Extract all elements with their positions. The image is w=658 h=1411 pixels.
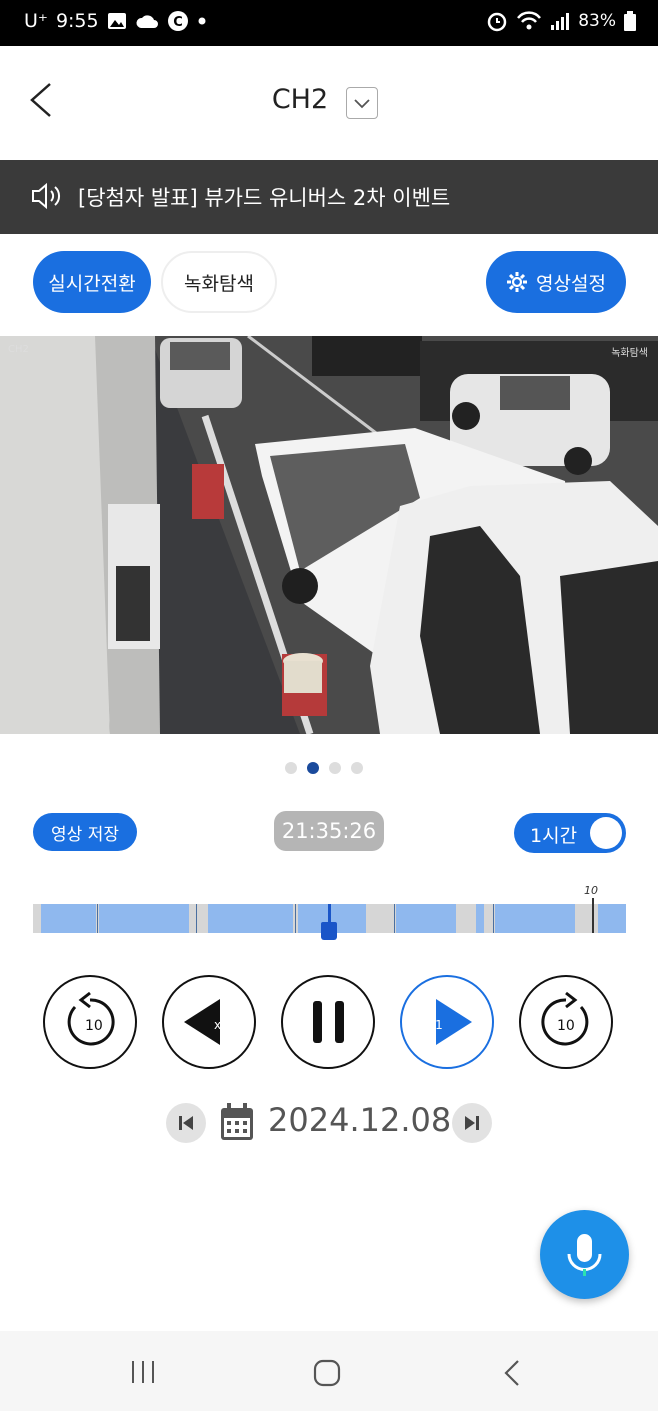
timeline-tick <box>97 904 98 933</box>
notice-banner[interactable]: [당첨자 발표] 뷰가드 유니버스 2차 이벤트 <box>0 160 658 234</box>
forward-play-button[interactable]: x1 <box>400 975 494 1069</box>
microphone-icon <box>567 1234 602 1276</box>
range-label: 1시간 <box>530 825 578 847</box>
timeline-end-marker <box>592 898 594 933</box>
recent-apps-icon[interactable] <box>130 1359 156 1385</box>
channel-dropdown-button[interactable] <box>346 87 378 119</box>
timeline-recorded-segment <box>476 904 484 933</box>
video-settings-label: 영상설정 <box>536 272 606 295</box>
pause-button[interactable] <box>281 975 375 1069</box>
one-hour-toggle[interactable]: 1시간 <box>514 813 626 853</box>
signal-icon <box>551 13 570 30</box>
banner-text: [당첨자 발표] 뷰가드 유니버스 2차 이벤트 <box>78 186 451 210</box>
timeline-recorded-segment <box>41 904 96 933</box>
timeline-end-label: 10 <box>584 884 598 897</box>
pager-dot[interactable] <box>351 762 363 774</box>
svg-text:C: C <box>173 15 183 30</box>
timeline-tick <box>295 904 296 933</box>
battery-percent: 83% <box>578 11 616 31</box>
status-bar: U⁺ 9:55 C 83% <box>0 0 658 46</box>
speaker-icon <box>32 182 61 210</box>
system-navigation-bar <box>0 1331 658 1411</box>
previous-date-button[interactable] <box>166 1103 206 1143</box>
gear-icon <box>507 272 528 292</box>
timeline-tick <box>394 904 395 933</box>
clock: 9:55 <box>55 10 99 32</box>
alarm-icon <box>487 12 507 32</box>
chevron-down-icon <box>354 99 370 109</box>
current-time-display: 21:35:26 <box>274 811 384 851</box>
cloud-icon <box>136 15 158 28</box>
dot-icon <box>198 17 206 25</box>
forward-play-icon <box>436 999 472 1045</box>
timeline-recorded-segment <box>99 904 189 933</box>
video-channel-overlay: CH2 <box>8 344 29 355</box>
timeline-recorded-segment <box>208 904 293 933</box>
voice-assistant-button[interactable] <box>540 1210 629 1299</box>
forward-10-button[interactable]: 10 <box>519 975 613 1069</box>
c-icon: C <box>167 11 188 31</box>
toggle-knob <box>590 817 622 849</box>
playback-date[interactable]: 2024.12.08 <box>268 1101 451 1139</box>
carrier-label: U⁺ <box>24 10 48 32</box>
pager-dot-active[interactable] <box>307 762 319 774</box>
rewind-10-button[interactable]: 10 <box>43 975 137 1069</box>
wifi-icon <box>517 11 542 30</box>
timeline-recorded-segment <box>495 904 575 933</box>
timeline-tick <box>493 904 494 933</box>
battery-icon <box>624 11 636 31</box>
timeline-recorded-segment <box>396 904 456 933</box>
record-search-button[interactable]: 녹화탐색 <box>161 251 277 313</box>
pager-dot[interactable] <box>285 762 297 774</box>
playhead-handle[interactable] <box>321 922 337 940</box>
video-mode-overlay: 녹화탐색 <box>611 348 648 359</box>
rewind-seconds: 10 <box>85 1018 103 1034</box>
live-switch-button[interactable]: 실시간전환 <box>33 251 151 313</box>
next-date-button[interactable] <box>452 1103 492 1143</box>
timeline-tick <box>196 904 197 933</box>
camera-video-frame[interactable]: CH2 녹화탐색 <box>0 336 658 734</box>
skip-next-icon <box>465 1116 479 1130</box>
save-video-button[interactable]: 영상 저장 <box>33 813 137 851</box>
page-title: CH2 <box>271 84 329 115</box>
reverse-speed: x1 <box>214 1018 229 1032</box>
cctv-scene <box>0 336 658 734</box>
header: CH2 <box>0 46 658 160</box>
gallery-icon <box>107 13 126 29</box>
home-icon[interactable] <box>313 1359 341 1387</box>
reverse-play-icon <box>184 999 220 1045</box>
forward-speed: x1 <box>428 1018 443 1032</box>
reverse-play-button[interactable]: x1 <box>162 975 256 1069</box>
pager-dot[interactable] <box>329 762 341 774</box>
calendar-icon[interactable] <box>219 1102 255 1142</box>
forward-seconds: 10 <box>557 1018 575 1034</box>
video-settings-button[interactable]: 영상설정 <box>486 251 626 313</box>
skip-previous-icon <box>179 1116 193 1130</box>
back-nav-icon[interactable] <box>500 1359 524 1387</box>
timeline-recorded-segment <box>598 904 626 933</box>
pause-icon <box>313 1001 344 1043</box>
